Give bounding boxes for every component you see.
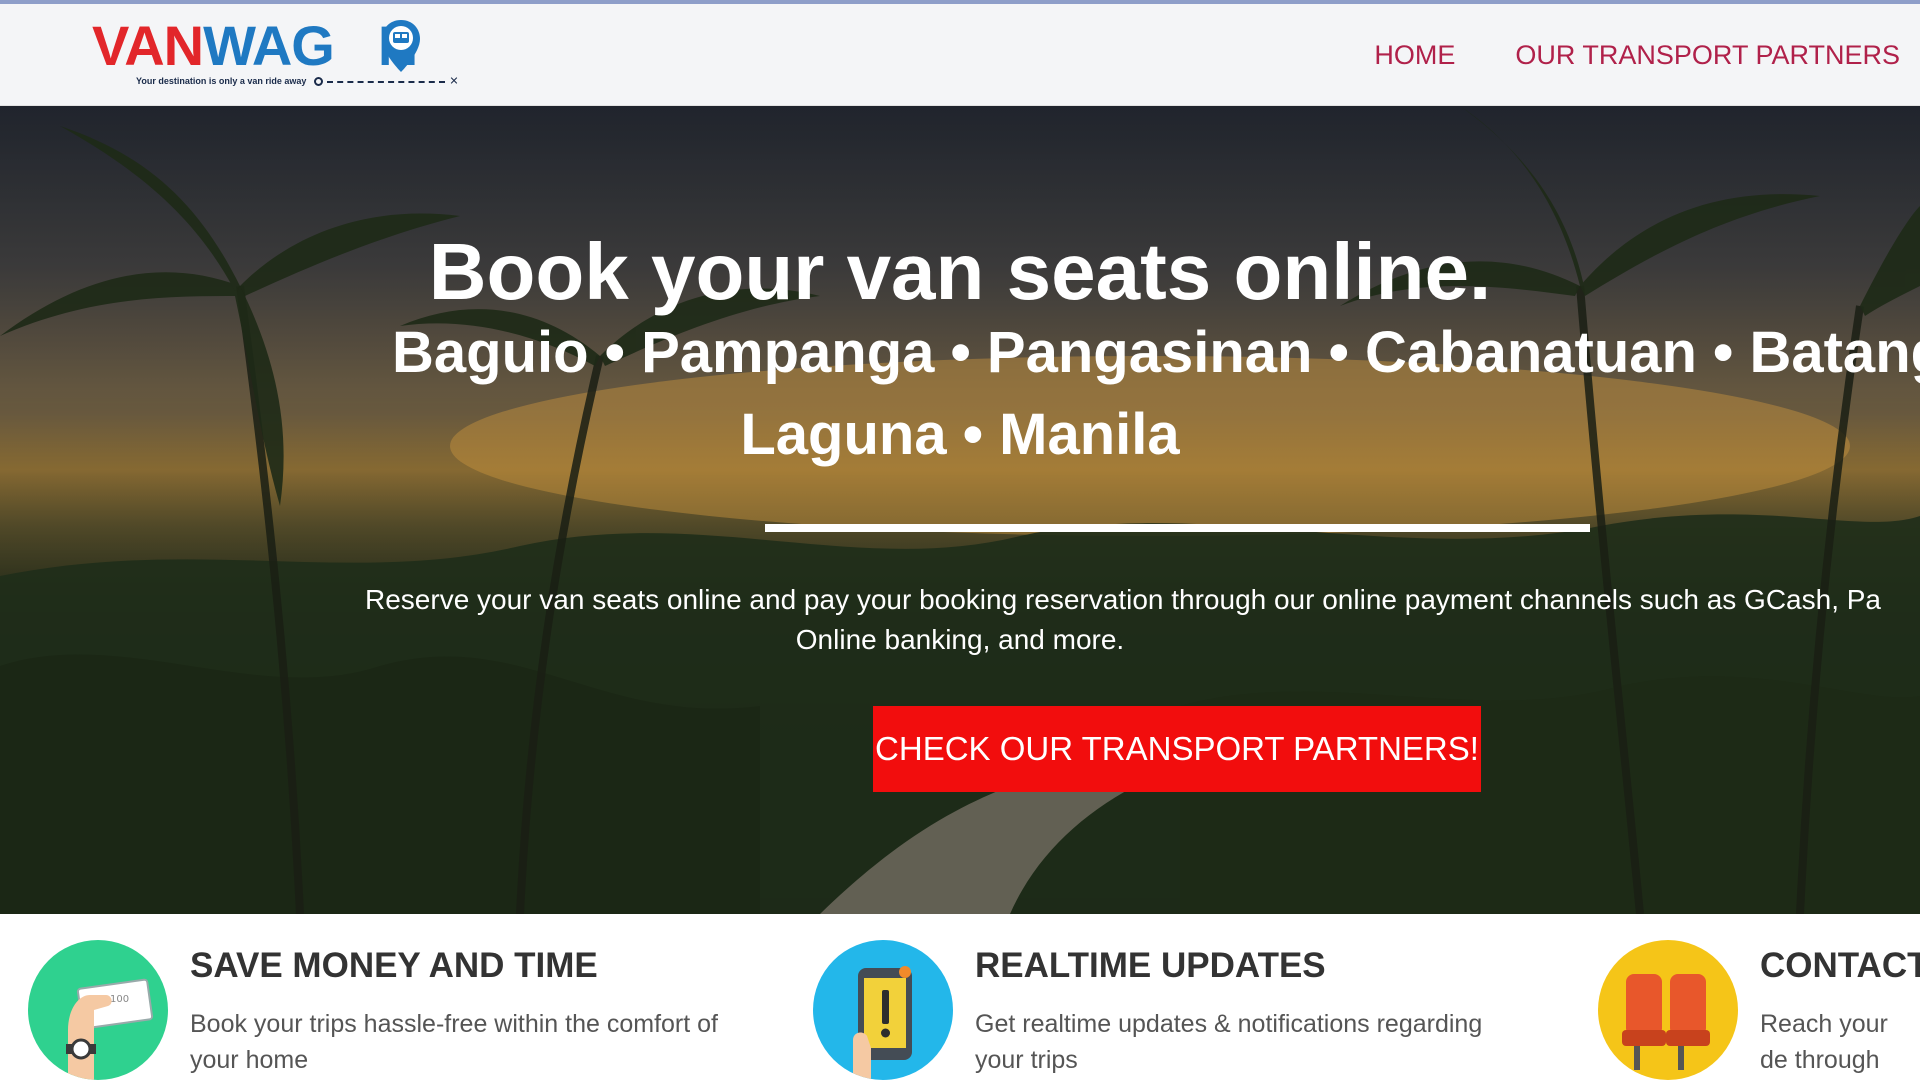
logo-tagline: Your destination is only a van ride away…: [136, 72, 466, 90]
navbar: VANWAGN Your destination is only a van r…: [0, 4, 1920, 106]
logo-wordmark: VANWAGN: [92, 18, 418, 74]
feature-text: Reach your de through gover: [1760, 1010, 1888, 1074]
hero-description-line-1: Reserve your van seats online and pay yo…: [365, 584, 1882, 615]
nav-link-transport-partners[interactable]: OUR TRANSPORT PARTNERS: [1515, 40, 1900, 71]
feature-text: Get realtime updates & notifications reg…: [975, 1010, 1483, 1074]
hero-description-line-2: Online banking, and more.: [795, 624, 1125, 655]
svg-text:100: 100: [110, 994, 129, 1005]
main-nav: HOME OUR TRANSPORT PARTNERS: [1314, 4, 1900, 106]
features-section: 100 SAVE MONEY AND TIME Book your trips …: [0, 914, 1920, 1080]
hero-section: Book your van seats online. Baguio • Pam…: [0, 106, 1920, 914]
logo-word-wag: WAG: [203, 14, 335, 77]
hero-title: Book your van seats online.: [428, 227, 1492, 316]
hero-cities-line-2: Laguna • Manila: [740, 402, 1180, 467]
hand-money-watch-icon: 100: [28, 940, 168, 1080]
route-end-icon: ✕: [449, 75, 459, 88]
feature-title: REALTIME UPDATES: [975, 946, 1326, 985]
feature-contact: CONTACT Reach your de through gover: [1598, 914, 1920, 1080]
feature-realtime-updates: REALTIME UPDATES Get realtime updates & …: [813, 914, 1533, 1080]
feature-title: SAVE MONEY AND TIME: [190, 946, 598, 985]
feature-title: CONTACT: [1760, 946, 1920, 985]
map-pin-icon: [382, 20, 420, 72]
phone-alert-icon: [813, 940, 953, 1080]
hero-cities-line-1: Baguio • Pampanga • Pangasinan • Cabanat…: [392, 320, 1920, 385]
check-transport-partners-button[interactable]: CHECK OUR TRANSPORT PARTNERS!: [873, 706, 1481, 792]
bus-seats-icon: [1598, 940, 1738, 1080]
logo-word-van: VAN: [92, 14, 204, 77]
route-dash: [327, 80, 446, 83]
route-start-icon: [314, 77, 324, 87]
vanwagon-logo[interactable]: VANWAGN Your destination is only a van r…: [92, 18, 468, 92]
feature-text: Book your trips hassle-free within the c…: [190, 1010, 719, 1074]
feature-save-money: 100 SAVE MONEY AND TIME Book your trips …: [28, 914, 748, 1080]
hero-divider: [765, 524, 1590, 532]
nav-link-home[interactable]: HOME: [1374, 40, 1455, 71]
logo-tagline-text: Your destination is only a van ride away: [136, 76, 307, 86]
